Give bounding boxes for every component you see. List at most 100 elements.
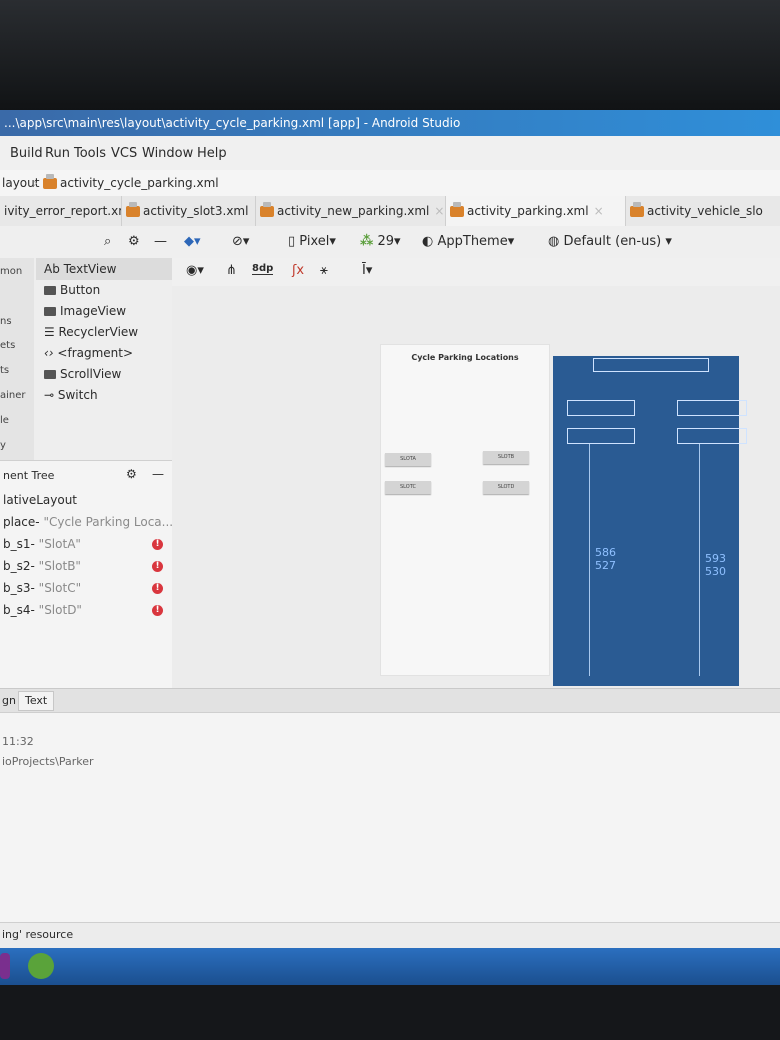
preview-title[interactable]: Cycle Parking Locations (381, 353, 549, 362)
layers-icon[interactable]: ◆▾ (184, 234, 201, 249)
palette-category-layouts[interactable]: ts (0, 365, 34, 376)
tab-label: activity_vehicle_slo (647, 204, 763, 218)
gear-icon[interactable]: ⚙ (128, 234, 140, 249)
margin-selector[interactable]: 8dp (252, 263, 274, 275)
clear-constraints-icon[interactable]: ʃx (292, 263, 304, 278)
close-icon[interactable]: × (434, 204, 444, 218)
scroll-icon (44, 370, 56, 379)
blueprint-slot-c[interactable] (567, 428, 635, 444)
status-bar: ing' resource (0, 922, 780, 949)
tab-new-parking[interactable]: activity_new_parking.xml × (256, 196, 446, 226)
event-log: 11:32 ioProjects\Parker (0, 712, 780, 923)
align-icon[interactable]: Ī▾ (362, 263, 372, 278)
android-icon: ⁂ (360, 234, 374, 249)
menu-vcs[interactable]: VCS (111, 146, 137, 161)
palette-item-scrollview[interactable]: ScrollView (44, 367, 121, 381)
palette-category-buttons[interactable]: ns (0, 316, 34, 327)
menu-window[interactable]: Window (142, 146, 193, 161)
xml-file-icon (260, 202, 274, 217)
tree-item-b-s1[interactable]: b_s1- "SlotA" (3, 537, 81, 551)
palette-item-label: <fragment> (57, 346, 134, 360)
palette-category-widgets[interactable]: ets (0, 340, 34, 351)
blueprint-slot-a[interactable] (567, 400, 635, 416)
locale-label: Default (en-us) (563, 234, 662, 249)
menu-help[interactable]: Help (197, 146, 227, 161)
palette-category-google[interactable]: le (0, 415, 34, 426)
minimize-icon[interactable]: — (152, 467, 164, 481)
palette-categories (0, 258, 34, 460)
palette-item-label: Button (60, 283, 101, 297)
tab-label: activity_new_parking.xml (277, 204, 430, 218)
slot-d-button[interactable]: SLOTD (483, 481, 529, 494)
device-selector[interactable]: ▯ Pixel▾ (288, 234, 336, 249)
tree-item-b-s4[interactable]: b_s4- "SlotD" (3, 603, 82, 617)
android-studio-icon[interactable] (28, 953, 54, 979)
tab-vehicle-slot[interactable]: activity_vehicle_slo (626, 196, 780, 226)
palette-item-fragment[interactable]: ‹› <fragment> (44, 346, 133, 360)
palette-item-button[interactable]: Button (44, 283, 100, 297)
dimension-value: 593 (705, 552, 726, 565)
api-label: 29 (377, 234, 394, 249)
tree-item-value: "Cycle Parking Loca... (43, 515, 174, 529)
tab-parking[interactable]: activity_parking.xml × (446, 196, 626, 226)
log-path: ioProjects\Parker (2, 755, 94, 768)
tree-item-id: place (3, 515, 36, 529)
canvas-toolbar: ◉▾ ⋔ 8dp ʃx ⚹ Ī▾ (172, 258, 780, 286)
minimize-icon[interactable]: — (154, 234, 167, 249)
menu-bar: Build Run Tools VCS Window Help (0, 136, 780, 170)
error-icon[interactable]: ! (152, 583, 163, 594)
blueprint-slot-d[interactable] (677, 428, 747, 444)
error-icon[interactable]: ! (152, 539, 163, 550)
tree-item-id: b_s3 (3, 581, 31, 595)
tree-item-b-s2[interactable]: b_s2- "SlotB" (3, 559, 81, 573)
tree-item-place[interactable]: place- "Cycle Parking Loca... (3, 515, 173, 529)
slot-a-button[interactable]: SLOTA (385, 453, 431, 466)
slot-b-button[interactable]: SLOTB (483, 451, 529, 464)
tab-error-report[interactable]: ivity_error_report.xml× (0, 196, 122, 226)
menu-build[interactable]: Build (10, 146, 43, 161)
api-selector[interactable]: ⁂ 29▾ (360, 234, 401, 249)
palette-category-containers[interactable]: ainer (0, 390, 34, 401)
palette-category-legacy[interactable]: y (0, 440, 34, 451)
search-icon[interactable]: ⌕ (104, 234, 111, 249)
log-time: 11:32 (2, 735, 34, 748)
tree-item-b-s3[interactable]: b_s3- "SlotC" (3, 581, 81, 595)
orientation-icon[interactable]: ⊘▾ (232, 234, 249, 249)
palette-item-label: RecyclerView (58, 325, 139, 339)
tree-root[interactable]: lativeLayout (3, 493, 77, 507)
xml-file-icon (450, 202, 464, 217)
slot-c-button[interactable]: SLOTC (385, 481, 431, 494)
locale-selector[interactable]: ◍ Default (en-us) ▾ (548, 234, 672, 249)
component-tree-title: nent Tree (3, 469, 55, 482)
gear-icon[interactable]: ⚙ (126, 467, 137, 481)
tree-item-value: "SlotD" (38, 603, 82, 617)
palette-item-imageview[interactable]: ImageView (44, 304, 126, 318)
theme-label: AppTheme (437, 234, 508, 249)
close-icon[interactable]: × (594, 204, 604, 218)
blueprint-dimension-left: 586 527 (595, 546, 616, 572)
menu-tools[interactable]: Tools (74, 146, 106, 161)
error-icon[interactable]: ! (152, 605, 163, 616)
xml-file-icon (126, 202, 140, 217)
tab-slot3[interactable]: activity_slot3.xml× (122, 196, 256, 226)
tab-design[interactable]: gn (2, 694, 16, 707)
palette-category-common[interactable]: mon (0, 266, 34, 277)
palette-panel: mon ns ets ts ainer le y Ab TextView But… (0, 258, 173, 460)
breadcrumb-file[interactable]: activity_cycle_parking.xml (43, 174, 219, 190)
palette-item-switch[interactable]: ⊸ Switch (44, 388, 98, 402)
app-icon[interactable] (0, 953, 10, 979)
eye-icon[interactable]: ◉▾ (186, 263, 204, 278)
design-canvas[interactable]: Cycle Parking Locations SLOTA SLOTB SLOT… (172, 286, 780, 688)
window-title: ...\app\src\main\res\layout\activity_cyc… (0, 110, 780, 136)
menu-run[interactable]: Run (45, 146, 70, 161)
tab-text[interactable]: Text (18, 691, 55, 711)
palette-item-recyclerview[interactable]: ☰ RecyclerView (44, 325, 138, 339)
blueprint-slot-b[interactable] (677, 400, 747, 416)
blueprint-view[interactable]: 586 527 593 530 (553, 356, 747, 686)
magnet-icon[interactable]: ⋔ (226, 263, 237, 278)
magic-wand-icon[interactable]: ⚹ (320, 263, 328, 278)
blueprint-title-box[interactable] (593, 358, 709, 372)
theme-selector[interactable]: ◐ AppTheme▾ (422, 234, 514, 249)
palette-item-textview[interactable]: Ab TextView (44, 262, 116, 276)
error-icon[interactable]: ! (152, 561, 163, 572)
